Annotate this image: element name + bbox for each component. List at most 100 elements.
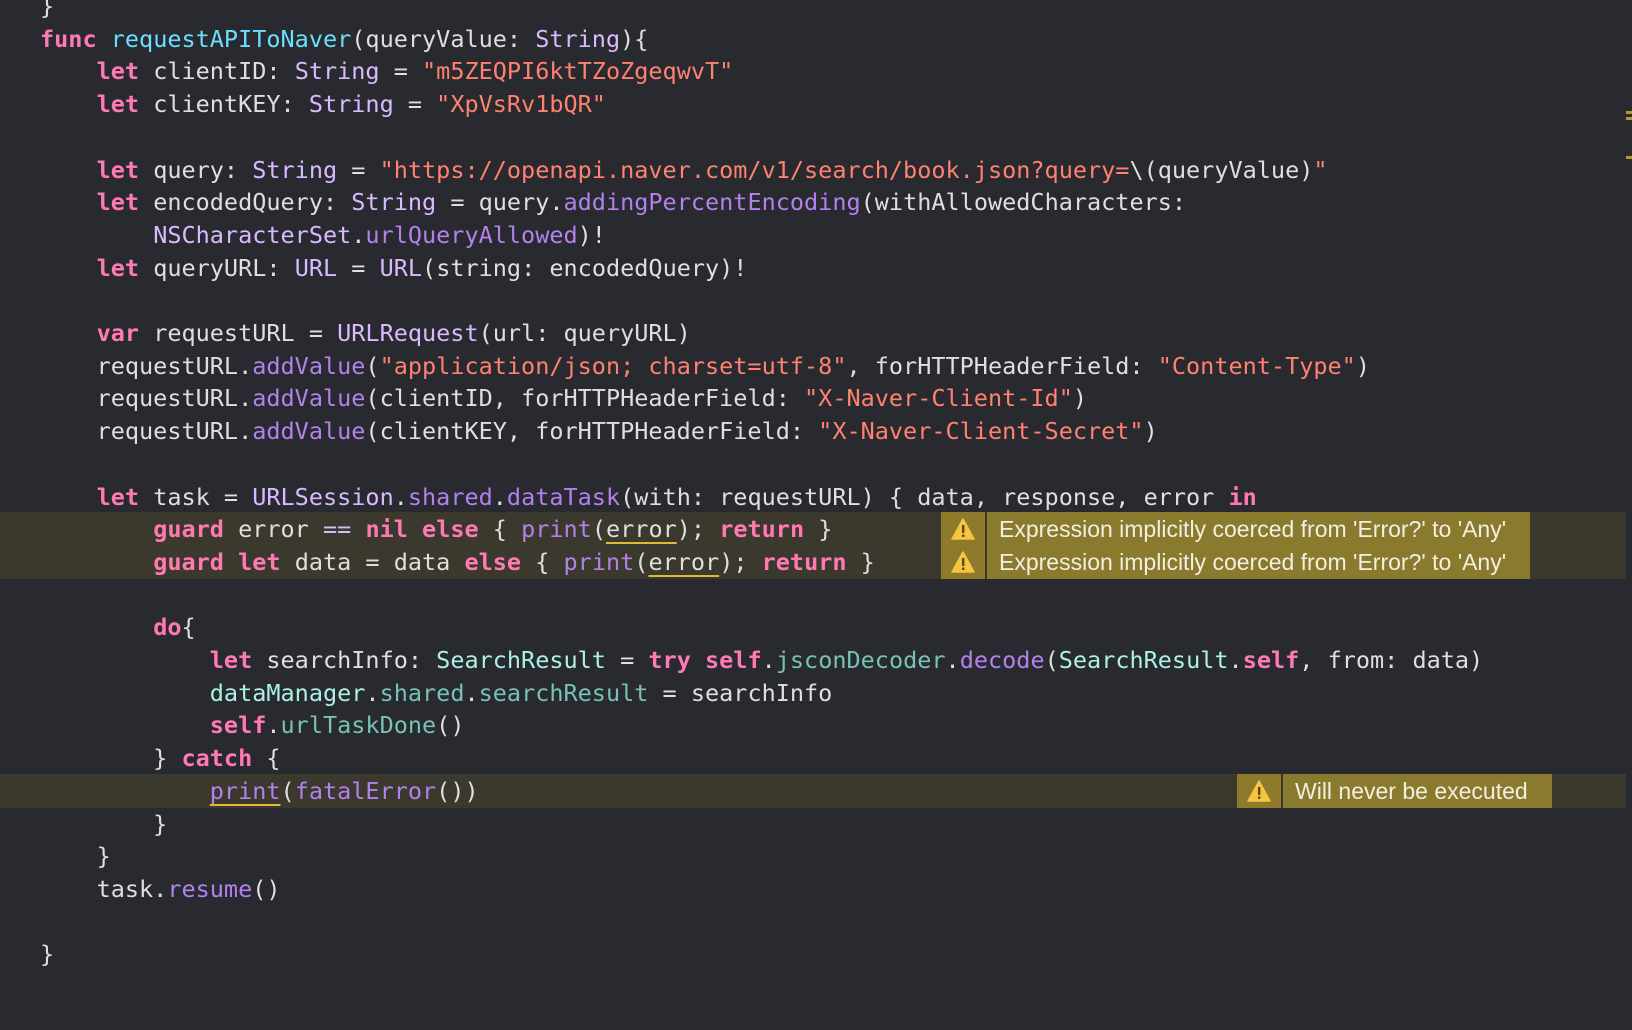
code-token: (with: requestURL) { data, response, err… [620,482,1229,511]
code-line-warning[interactable]: guard let data = data else { print(error… [0,544,1626,579]
code-token: = [379,57,423,86]
warning-icon[interactable] [941,512,985,547]
code-token: query: [139,155,253,184]
code-token: NSCharacterSet [153,220,352,249]
code-token: "Content-Type" [1157,351,1356,380]
code-token: . [351,220,366,249]
code-token: requestAPIToNaver [110,24,352,53]
code-token: catch [181,744,253,773]
code-token: urlQueryAllowed [365,220,578,249]
code-token: requestURL. [40,351,253,380]
code-text: requestURL.addValue(clientKEY, forHTTPHe… [40,414,1158,448]
code-token: } [804,515,833,544]
code-token: jsconDecoder [775,646,946,674]
code-line[interactable] [0,283,1626,317]
code-text: NSCharacterSet.urlQueryAllowed)! [40,218,606,252]
code-text: guard error == nil else { print(error); … [40,512,832,546]
code-token: else [422,515,479,544]
code-token: decode [959,646,1045,674]
code-line[interactable] [0,447,1626,481]
warning-icon[interactable] [941,544,985,579]
code-token: return [719,515,805,544]
code-line[interactable]: var requestURL = URLRequest(url: queryUR… [0,316,1626,350]
code-token: . [761,646,776,674]
code-token: () [252,874,281,903]
code-token: data = data [280,547,465,576]
code-line[interactable]: requestURL.addValue(clientID, forHTTPHea… [0,381,1626,415]
code-line[interactable]: dataManager.shared.searchResult = search… [0,676,1626,710]
code-token: } [40,940,55,969]
code-token: guard [153,515,224,544]
code-text: guard let data = data else { print(error… [40,545,875,579]
code-token: = [605,646,649,674]
code-token: in [1228,482,1257,511]
code-text: do{ [40,610,195,644]
code-token: var [96,319,140,347]
code-line[interactable]: let query: String = "https://openapi.nav… [0,153,1626,187]
code-line[interactable]: let clientKEY: String = "XpVsRv1bQR" [0,87,1626,121]
code-token: addValue [252,417,366,446]
code-text: requestURL.addValue("application/json; c… [40,349,1370,383]
code-line[interactable] [0,578,1626,612]
code-text: let query: String = "https://openapi.nav… [40,153,1328,187]
code-token: ( [1044,646,1059,674]
code-text: let searchInfo: SearchResult = try self.… [40,643,1483,677]
code-line[interactable]: do{ [0,610,1626,644]
code-token: , from: data) [1299,646,1484,674]
code-token: URLSession [252,482,394,511]
code-line[interactable]: NSCharacterSet.urlQueryAllowed)! [0,218,1626,252]
code-line-warning[interactable]: print(fatalError()) Will never be execute… [0,773,1626,808]
code-token: = [393,90,437,119]
code-line[interactable]: self.urlTaskDone() [0,708,1626,742]
code-line[interactable]: } [0,807,1626,841]
code-token: let [96,90,140,119]
code-token: URLRequest [337,319,479,347]
code-text: requestURL.addValue(clientID, forHTTPHea… [40,381,1087,415]
code-line[interactable]: let searchInfo: SearchResult = try self.… [0,643,1626,677]
code-line[interactable]: let clientID: String = "m5ZEQPI6ktTZoZge… [0,54,1626,88]
code-line[interactable]: let task = URLSession.shared.dataTask(wi… [0,480,1626,514]
code-token: error [648,547,720,576]
code-token: ( [365,351,380,380]
code-line[interactable]: } catch { [0,741,1626,775]
code-token: let [96,57,140,86]
warning-annotation[interactable]: Expression implicitly coerced from 'Erro… [941,544,1531,579]
code-token: ); [676,515,720,544]
code-line[interactable] [0,120,1626,154]
code-token: else [464,547,522,576]
code-token: = query. [436,188,564,217]
code-line[interactable] [0,905,1626,939]
code-token: let [209,646,253,674]
code-token: . [365,678,380,707]
warning-annotation[interactable]: Will never be executed [1237,773,1552,808]
code-line[interactable]: func requestAPIToNaver(queryValue: Strin… [0,22,1626,56]
code-token: (url: queryURL) [478,319,691,347]
code-token: fatalError [294,776,437,805]
warning-icon[interactable] [1237,773,1281,808]
code-line[interactable]: requestURL.addValue("application/json; c… [0,349,1626,383]
code-token: "XpVsRv1bQR" [436,90,606,119]
code-line[interactable]: } [0,0,1626,23]
code-token: { [521,547,564,576]
code-line[interactable]: let encodedQuery: String = query.addingP… [0,185,1626,219]
warning-annotation[interactable]: Expression implicitly coerced from 'Erro… [941,512,1531,547]
warning-message: Expression implicitly coerced from 'Erro… [987,512,1531,547]
code-line[interactable]: let queryURL: URL = URL(string: encodedQ… [0,251,1626,285]
code-token: try [648,646,691,674]
code-token: " [1313,155,1328,184]
code-line[interactable]: } [0,937,1626,971]
code-token: clientKEY: [139,90,309,119]
code-line-warning[interactable]: guard error == nil else { print(error); … [0,512,1626,547]
code-text: let encodedQuery: String = query.addingP… [40,185,1186,219]
code-line[interactable]: } [0,839,1626,873]
code-token: = [337,253,380,282]
scrollbar-warning-marker [1626,117,1632,120]
code-line[interactable]: task.resume() [0,872,1626,906]
code-token: shared [407,482,493,511]
code-editor[interactable]: } func requestAPIToNaver(queryValue: Stri… [0,0,1632,1030]
code-token: URL [294,253,338,282]
code-line[interactable]: requestURL.addValue(clientKEY, forHTTPHe… [0,414,1626,448]
